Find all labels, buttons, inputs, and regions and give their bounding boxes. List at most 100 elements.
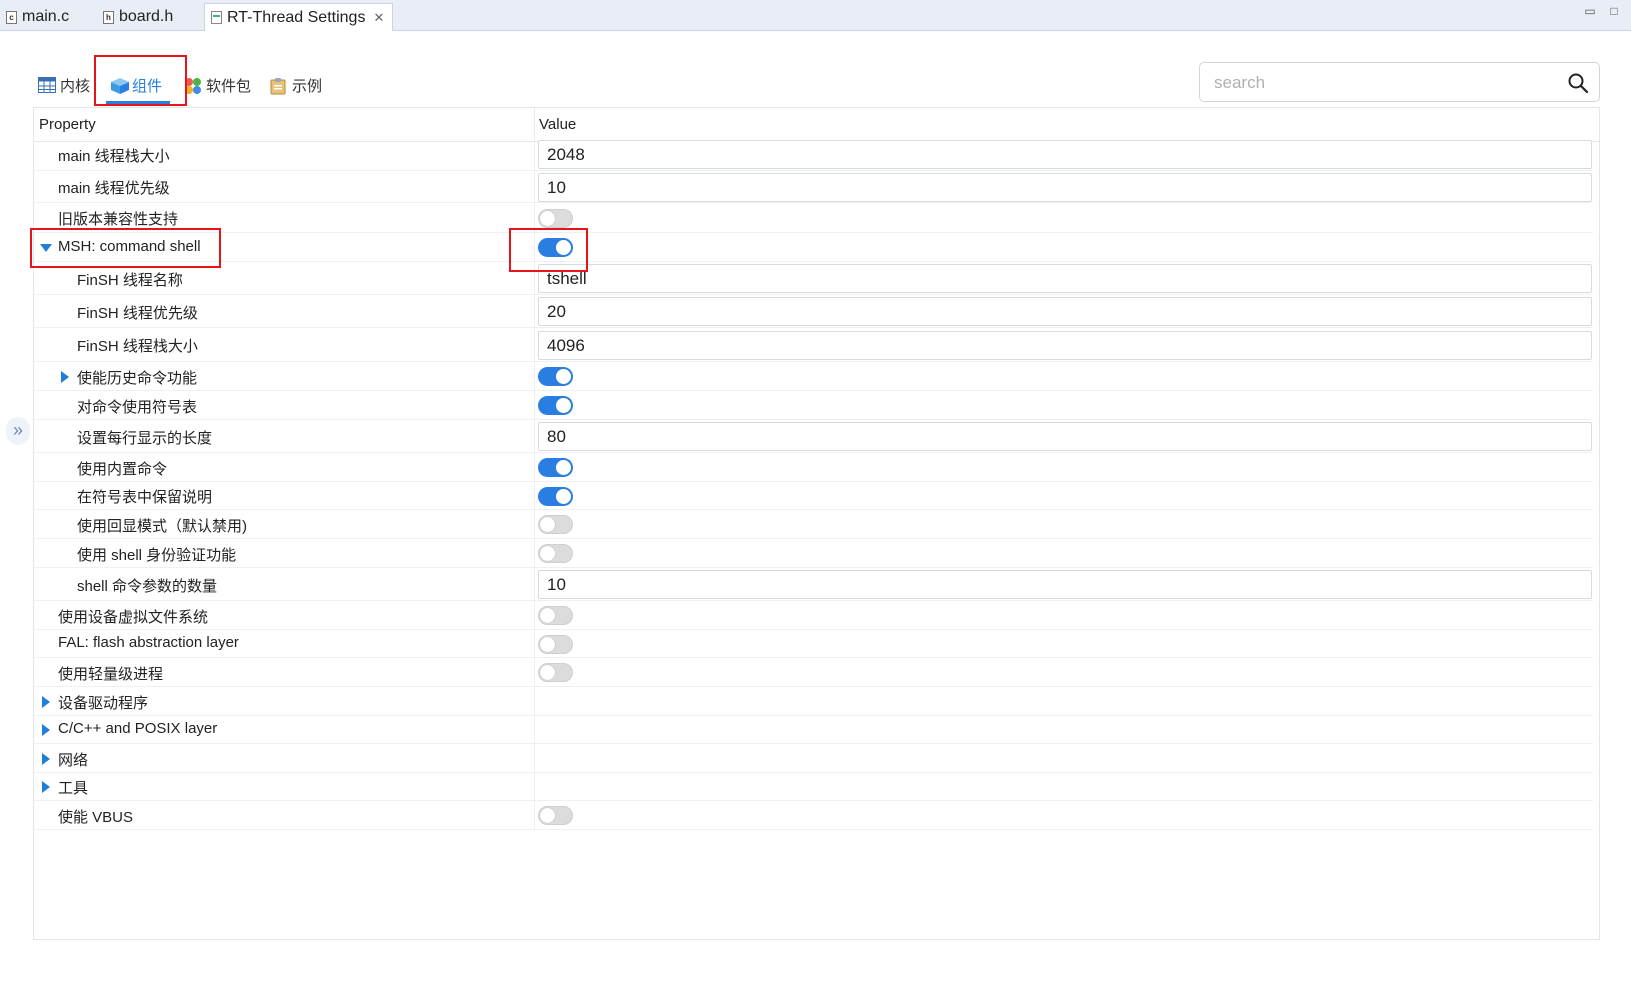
- table-row[interactable]: 使用回显模式（默认禁用): [34, 510, 1593, 539]
- property-value-input[interactable]: 10: [538, 173, 1592, 202]
- c-file-icon: c: [6, 10, 17, 24]
- property-value-input[interactable]: 80: [538, 422, 1592, 451]
- property-value-input[interactable]: 10: [538, 570, 1592, 599]
- table-row[interactable]: MSH: command shell: [34, 233, 1593, 262]
- table-row[interactable]: main 线程优先级 10: [34, 171, 1593, 203]
- property-label: 使用设备虚拟文件系统: [58, 609, 209, 626]
- search-input[interactable]: [1214, 72, 1554, 94]
- property-toggle-switch[interactable]: [538, 635, 573, 654]
- table-row[interactable]: 使能 VBUS: [34, 801, 1593, 830]
- table-row[interactable]: 设置每行显示的长度 80: [34, 420, 1593, 453]
- editor-tab-rt-thread-settings[interactable]: RT-Thread Settings ✕: [204, 3, 394, 31]
- table-row[interactable]: FAL: flash abstraction layer: [34, 630, 1593, 658]
- highlight-box-msh-toggle: [509, 228, 588, 272]
- table-row[interactable]: 旧版本兼容性支持: [34, 203, 1593, 233]
- table-row[interactable]: shell 命令参数的数量 10: [34, 568, 1593, 601]
- tab-examples[interactable]: 示例: [270, 70, 322, 100]
- minimize-button[interactable]: ▭: [1583, 4, 1597, 18]
- property-label: FinSH 线程优先级: [77, 305, 198, 322]
- property-label: 使用回显模式（默认禁用): [77, 518, 247, 535]
- property-label: 对命令使用符号表: [77, 399, 198, 416]
- toggle-knob: [556, 460, 571, 475]
- property-toggle-switch[interactable]: [538, 663, 573, 682]
- editor-tab-label: RT-Thread Settings: [227, 8, 366, 26]
- property-toggle-switch[interactable]: [538, 806, 573, 825]
- editor-tab-main-c[interactable]: c main.c: [6, 3, 69, 31]
- property-toggle-switch[interactable]: [538, 209, 573, 228]
- settings-file-icon: [211, 11, 222, 24]
- property-label: shell 命令参数的数量: [77, 578, 218, 595]
- table-row[interactable]: 设备驱动程序: [34, 687, 1593, 716]
- toggle-knob: [556, 369, 571, 384]
- tab-label: 内核: [60, 77, 91, 95]
- tab-label: 软件包: [206, 77, 252, 95]
- table-row[interactable]: 工具: [34, 773, 1593, 801]
- toggle-knob: [540, 517, 555, 532]
- search-icon[interactable]: [1567, 72, 1589, 94]
- table-row[interactable]: 使用内置命令: [34, 453, 1593, 482]
- property-label: main 线程栈大小: [58, 148, 170, 165]
- toggle-knob: [556, 489, 571, 504]
- table-row[interactable]: main 线程栈大小 2048: [34, 138, 1593, 171]
- property-toggle-switch[interactable]: [538, 367, 573, 386]
- property-toggle-switch[interactable]: [538, 458, 573, 477]
- window-controls: ▭ □: [1583, 4, 1621, 18]
- property-label: 使能历史命令功能: [77, 370, 198, 387]
- table-row[interactable]: 使能历史命令功能: [34, 362, 1593, 391]
- editor-tab-board-h[interactable]: h board.h: [103, 3, 173, 31]
- table-row[interactable]: FinSH 线程名称 tshell: [34, 262, 1593, 295]
- expand-arrow-icon[interactable]: [42, 724, 50, 736]
- property-label: 使用 shell 身份验证功能: [77, 547, 237, 564]
- tab-label: 示例: [292, 77, 323, 95]
- table-row[interactable]: 在符号表中保留说明: [34, 482, 1593, 510]
- property-label: 设置每行显示的长度: [77, 430, 213, 447]
- property-value-input[interactable]: 2048: [538, 140, 1592, 169]
- property-value-input[interactable]: 20: [538, 297, 1592, 326]
- editor-tab-bar: c main.c h board.h RT-Thread Settings ✕ …: [0, 0, 1631, 31]
- property-toggle-switch[interactable]: [538, 515, 573, 534]
- property-toggle-switch[interactable]: [538, 487, 573, 506]
- table-row[interactable]: 使用轻量级进程: [34, 658, 1593, 687]
- highlight-box-msh-row: [30, 228, 221, 268]
- property-value-input[interactable]: 4096: [538, 331, 1592, 360]
- expand-arrow-icon[interactable]: [42, 696, 50, 708]
- tab-kernel[interactable]: 内核: [38, 70, 90, 100]
- tab-packages[interactable]: 软件包: [184, 70, 251, 100]
- property-toggle-switch[interactable]: [538, 606, 573, 625]
- editor-tab-label: main.c: [22, 8, 70, 25]
- h-file-icon: h: [103, 10, 114, 24]
- table-row[interactable]: FinSH 线程栈大小 4096: [34, 328, 1593, 362]
- property-label: C/C++ and POSIX layer: [58, 720, 218, 737]
- table-row[interactable]: 使用 shell 身份验证功能: [34, 539, 1593, 568]
- property-toggle-switch[interactable]: [538, 544, 573, 563]
- property-toggle-switch[interactable]: [538, 396, 573, 415]
- search-box: [1199, 62, 1600, 102]
- maximize-button[interactable]: □: [1607, 4, 1621, 18]
- expand-arrow-icon[interactable]: [42, 753, 50, 765]
- rt-thread-settings-window: c main.c h board.h RT-Thread Settings ✕ …: [0, 0, 1631, 988]
- close-icon[interactable]: ✕: [373, 10, 384, 26]
- expand-arrow-icon[interactable]: [61, 371, 69, 383]
- property-label: FAL: flash abstraction layer: [58, 634, 239, 651]
- property-value-input[interactable]: tshell: [538, 264, 1592, 293]
- toggle-knob: [540, 665, 555, 680]
- expand-sidebar-handle[interactable]: »: [6, 417, 30, 445]
- table-row[interactable]: 使用设备虚拟文件系统: [34, 601, 1593, 630]
- highlight-box-components-tab: [94, 55, 187, 106]
- toggle-knob: [540, 211, 555, 226]
- property-label: FinSH 线程名称: [77, 272, 183, 289]
- table-row[interactable]: 对命令使用符号表: [34, 391, 1593, 420]
- expand-arrow-icon[interactable]: [42, 781, 50, 793]
- property-label: 设备驱动程序: [58, 695, 149, 712]
- table-header: Property Value: [34, 108, 1599, 142]
- table-row[interactable]: FinSH 线程优先级 20: [34, 295, 1593, 328]
- property-label: 使能 VBUS: [58, 809, 134, 826]
- property-label: main 线程优先级: [58, 180, 170, 197]
- column-header-value: Value: [539, 116, 577, 133]
- property-label: 旧版本兼容性支持: [58, 211, 179, 228]
- property-label: FinSH 线程栈大小: [77, 338, 198, 355]
- table-row[interactable]: C/C++ and POSIX layer: [34, 716, 1593, 744]
- column-header-property: Property: [39, 116, 96, 133]
- property-label: 工具: [58, 780, 89, 797]
- table-row[interactable]: 网络: [34, 744, 1593, 773]
